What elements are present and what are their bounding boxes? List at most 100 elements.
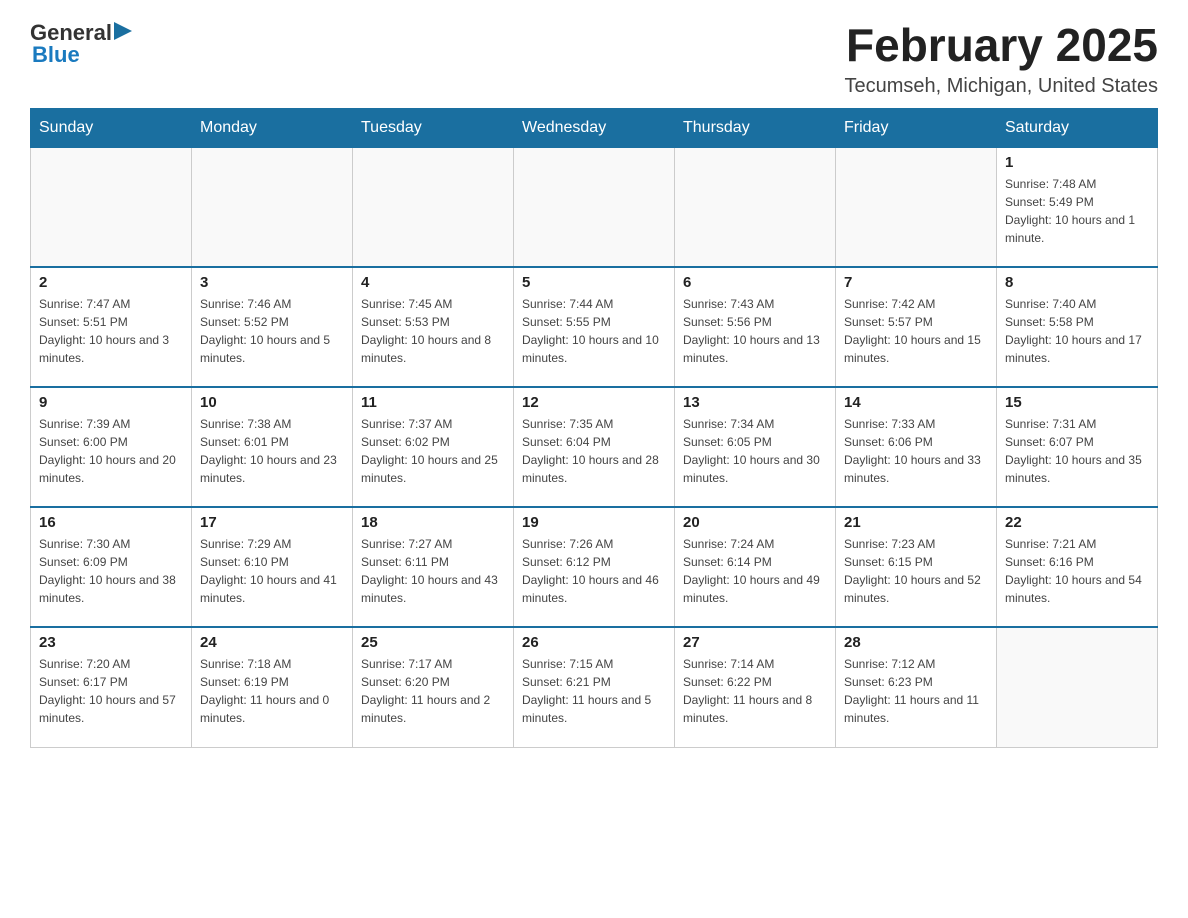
calendar-cell: 9 Sunrise: 7:39 AMSunset: 6:00 PMDaylight… — [31, 387, 192, 507]
calendar-week-row: 16Sunrise: 7:30 AMSunset: 6:09 PMDayligh… — [31, 507, 1158, 627]
day-info: Sunrise: 7:26 AMSunset: 6:12 PMDaylight:… — [522, 535, 666, 607]
title-block: February 2025 Tecumseh, Michigan, United… — [845, 20, 1159, 98]
calendar-cell — [675, 147, 836, 267]
day-info: Sunrise: 7:12 AMSunset: 6:23 PMDaylight:… — [844, 655, 988, 727]
day-number: 11 — [361, 394, 505, 411]
calendar-header-wednesday: Wednesday — [514, 108, 675, 147]
calendar-cell: 25 Sunrise: 7:17 AMSunset: 6:20 PMDayligh… — [353, 627, 514, 747]
calendar-cell: 4 Sunrise: 7:45 AMSunset: 5:53 PMDaylight… — [353, 267, 514, 387]
calendar-header-tuesday: Tuesday — [353, 108, 514, 147]
calendar-week-row: 23 Sunrise: 7:20 AMSunset: 6:17 PMDayligh… — [31, 627, 1158, 747]
day-info: Sunrise: 7:31 AMSunset: 6:07 PMDaylight:… — [1005, 415, 1149, 487]
day-info: Sunrise: 7:27 AMSunset: 6:11 PMDaylight:… — [361, 535, 505, 607]
calendar-cell: 15 Sunrise: 7:31 AMSunset: 6:07 PMDayligh… — [997, 387, 1158, 507]
calendar-cell: 24 Sunrise: 7:18 AMSunset: 6:19 PMDayligh… — [192, 627, 353, 747]
day-info: Sunrise: 7:47 AMSunset: 5:51 PMDaylight:… — [39, 295, 183, 367]
calendar-cell: 11 Sunrise: 7:37 AMSunset: 6:02 PMDayligh… — [353, 387, 514, 507]
calendar-header-saturday: Saturday — [997, 108, 1158, 147]
day-info: Sunrise: 7:43 AMSunset: 5:56 PMDaylight:… — [683, 295, 827, 367]
day-info: Sunrise: 7:37 AMSunset: 6:02 PMDaylight:… — [361, 415, 505, 487]
day-info: Sunrise: 7:14 AMSunset: 6:22 PMDaylight:… — [683, 655, 827, 727]
calendar-cell: 19 Sunrise: 7:26 AMSunset: 6:12 PMDayligh… — [514, 507, 675, 627]
day-number: 13 — [683, 394, 827, 411]
day-info: Sunrise: 7:15 AMSunset: 6:21 PMDaylight:… — [522, 655, 666, 727]
day-info: Sunrise: 7:38 AMSunset: 6:01 PMDaylight:… — [200, 415, 344, 487]
calendar-cell: 22Sunrise: 7:21 AMSunset: 6:16 PMDayligh… — [997, 507, 1158, 627]
day-number: 20 — [683, 514, 827, 531]
day-info: Sunrise: 7:40 AMSunset: 5:58 PMDaylight:… — [1005, 295, 1149, 367]
day-info: Sunrise: 7:17 AMSunset: 6:20 PMDaylight:… — [361, 655, 505, 727]
day-info: Sunrise: 7:42 AMSunset: 5:57 PMDaylight:… — [844, 295, 988, 367]
day-number: 12 — [522, 394, 666, 411]
day-number: 18 — [361, 514, 505, 531]
day-number: 10 — [200, 394, 344, 411]
day-info: Sunrise: 7:21 AMSunset: 6:16 PMDaylight:… — [1005, 535, 1149, 607]
calendar-table: SundayMondayTuesdayWednesdayThursdayFrid… — [30, 108, 1158, 748]
day-info: Sunrise: 7:48 AMSunset: 5:49 PMDaylight:… — [1005, 175, 1149, 247]
calendar-cell: 28Sunrise: 7:12 AMSunset: 6:23 PMDayligh… — [836, 627, 997, 747]
calendar-cell: 5Sunrise: 7:44 AMSunset: 5:55 PMDaylight… — [514, 267, 675, 387]
calendar-cell: 18 Sunrise: 7:27 AMSunset: 6:11 PMDayligh… — [353, 507, 514, 627]
day-number: 23 — [39, 634, 183, 651]
day-number: 14 — [844, 394, 988, 411]
calendar-cell — [836, 147, 997, 267]
calendar-cell: 12Sunrise: 7:35 AMSunset: 6:04 PMDayligh… — [514, 387, 675, 507]
calendar-cell — [514, 147, 675, 267]
day-info: Sunrise: 7:20 AMSunset: 6:17 PMDaylight:… — [39, 655, 183, 727]
calendar-week-row: 2 Sunrise: 7:47 AMSunset: 5:51 PMDaylight… — [31, 267, 1158, 387]
day-number: 8 — [1005, 274, 1149, 291]
calendar-cell: 16Sunrise: 7:30 AMSunset: 6:09 PMDayligh… — [31, 507, 192, 627]
calendar-cell: 8 Sunrise: 7:40 AMSunset: 5:58 PMDaylight… — [997, 267, 1158, 387]
calendar-cell — [31, 147, 192, 267]
calendar-cell: 17 Sunrise: 7:29 AMSunset: 6:10 PMDayligh… — [192, 507, 353, 627]
day-number: 24 — [200, 634, 344, 651]
calendar-cell — [353, 147, 514, 267]
calendar-cell: 23 Sunrise: 7:20 AMSunset: 6:17 PMDayligh… — [31, 627, 192, 747]
calendar-header-sunday: Sunday — [31, 108, 192, 147]
day-number: 19 — [522, 514, 666, 531]
calendar-cell: 21Sunrise: 7:23 AMSunset: 6:15 PMDayligh… — [836, 507, 997, 627]
day-number: 9 — [39, 394, 183, 411]
day-number: 25 — [361, 634, 505, 651]
calendar-header-row: SundayMondayTuesdayWednesdayThursdayFrid… — [31, 108, 1158, 147]
day-number: 2 — [39, 274, 183, 291]
calendar-cell — [192, 147, 353, 267]
calendar-cell: 6 Sunrise: 7:43 AMSunset: 5:56 PMDaylight… — [675, 267, 836, 387]
day-info: Sunrise: 7:45 AMSunset: 5:53 PMDaylight:… — [361, 295, 505, 367]
day-info: Sunrise: 7:33 AMSunset: 6:06 PMDaylight:… — [844, 415, 988, 487]
calendar-week-row: 1 Sunrise: 7:48 AMSunset: 5:49 PMDaylight… — [31, 147, 1158, 267]
calendar-cell — [997, 627, 1158, 747]
day-info: Sunrise: 7:46 AMSunset: 5:52 PMDaylight:… — [200, 295, 344, 367]
day-info: Sunrise: 7:18 AMSunset: 6:19 PMDaylight:… — [200, 655, 344, 727]
location-title: Tecumseh, Michigan, United States — [845, 75, 1159, 98]
day-info: Sunrise: 7:29 AMSunset: 6:10 PMDaylight:… — [200, 535, 344, 607]
day-number: 3 — [200, 274, 344, 291]
calendar-cell: 26Sunrise: 7:15 AMSunset: 6:21 PMDayligh… — [514, 627, 675, 747]
calendar-cell: 20 Sunrise: 7:24 AMSunset: 6:14 PMDayligh… — [675, 507, 836, 627]
logo-arrow-icon — [114, 22, 132, 40]
day-info: Sunrise: 7:24 AMSunset: 6:14 PMDaylight:… — [683, 535, 827, 607]
day-number: 4 — [361, 274, 505, 291]
day-info: Sunrise: 7:30 AMSunset: 6:09 PMDaylight:… — [39, 535, 183, 607]
day-info: Sunrise: 7:23 AMSunset: 6:15 PMDaylight:… — [844, 535, 988, 607]
day-number: 27 — [683, 634, 827, 651]
calendar-cell: 14 Sunrise: 7:33 AMSunset: 6:06 PMDayligh… — [836, 387, 997, 507]
page-header: General Blue February 2025 Tecumseh, Mic… — [30, 20, 1158, 98]
day-info: Sunrise: 7:39 AMSunset: 6:00 PMDaylight:… — [39, 415, 183, 487]
day-number: 7 — [844, 274, 988, 291]
calendar-cell: 13 Sunrise: 7:34 AMSunset: 6:05 PMDayligh… — [675, 387, 836, 507]
calendar-header-friday: Friday — [836, 108, 997, 147]
day-info: Sunrise: 7:44 AMSunset: 5:55 PMDaylight:… — [522, 295, 666, 367]
day-number: 15 — [1005, 394, 1149, 411]
calendar-cell: 3 Sunrise: 7:46 AMSunset: 5:52 PMDaylight… — [192, 267, 353, 387]
day-number: 6 — [683, 274, 827, 291]
logo-blue: Blue — [32, 42, 80, 67]
day-info: Sunrise: 7:34 AMSunset: 6:05 PMDaylight:… — [683, 415, 827, 487]
day-number: 17 — [200, 514, 344, 531]
calendar-cell: 7 Sunrise: 7:42 AMSunset: 5:57 PMDaylight… — [836, 267, 997, 387]
calendar-cell: 1 Sunrise: 7:48 AMSunset: 5:49 PMDaylight… — [997, 147, 1158, 267]
calendar-cell: 27 Sunrise: 7:14 AMSunset: 6:22 PMDayligh… — [675, 627, 836, 747]
calendar-week-row: 9 Sunrise: 7:39 AMSunset: 6:00 PMDaylight… — [31, 387, 1158, 507]
calendar-header-thursday: Thursday — [675, 108, 836, 147]
day-number: 1 — [1005, 154, 1149, 171]
